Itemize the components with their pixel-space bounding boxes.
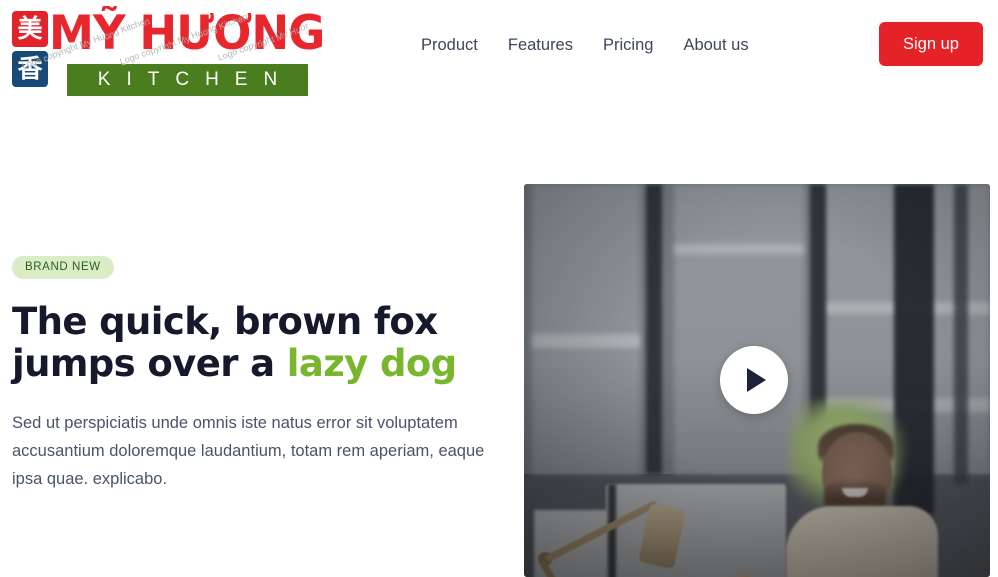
logo-subtitle: KITCHEN	[97, 69, 294, 90]
nav-item-about-us[interactable]: About us	[683, 33, 748, 57]
primary-navigation: Product Features Pricing About us	[421, 33, 749, 57]
status-badge: BRAND NEW	[12, 256, 114, 279]
logo-wordmark: MỸ HƯƠNG	[49, 6, 325, 61]
play-icon	[747, 368, 766, 392]
nav-item-features[interactable]: Features	[508, 33, 573, 57]
logo-badge-secondary-icon: 香	[12, 51, 48, 87]
play-button[interactable]	[720, 346, 788, 414]
site-header: 美 香 MỸ HƯƠNG KITCHEN Logo copyright My H…	[0, 0, 998, 96]
headline-line-2-prefix: jumps over a	[12, 342, 287, 385]
landing-page: 美 香 MỸ HƯƠNG KITCHEN Logo copyright My H…	[0, 0, 998, 577]
page-title: The quick, brown fox jumps over a lazy d…	[12, 301, 512, 385]
headline-accent: lazy dog	[286, 342, 457, 385]
sign-up-button[interactable]: Sign up	[879, 22, 983, 66]
nav-item-pricing[interactable]: Pricing	[603, 33, 653, 57]
logo-badge-group: 美 香	[12, 11, 48, 87]
logo-badge-primary-icon: 美	[12, 11, 48, 47]
hero-content: BRAND NEW The quick, brown fox jumps ove…	[12, 256, 512, 493]
nav-item-product[interactable]: Product	[421, 33, 478, 57]
headline-line-1: The quick, brown fox	[12, 300, 438, 343]
logo-subtitle-bar: KITCHEN	[67, 64, 308, 96]
hero-description: Sed ut perspiciatis unde omnis iste natu…	[12, 414, 485, 488]
brand-logo[interactable]: 美 香 MỸ HƯƠNG KITCHEN Logo copyright My H…	[12, 6, 325, 96]
video-thumbnail[interactable]	[524, 184, 990, 577]
